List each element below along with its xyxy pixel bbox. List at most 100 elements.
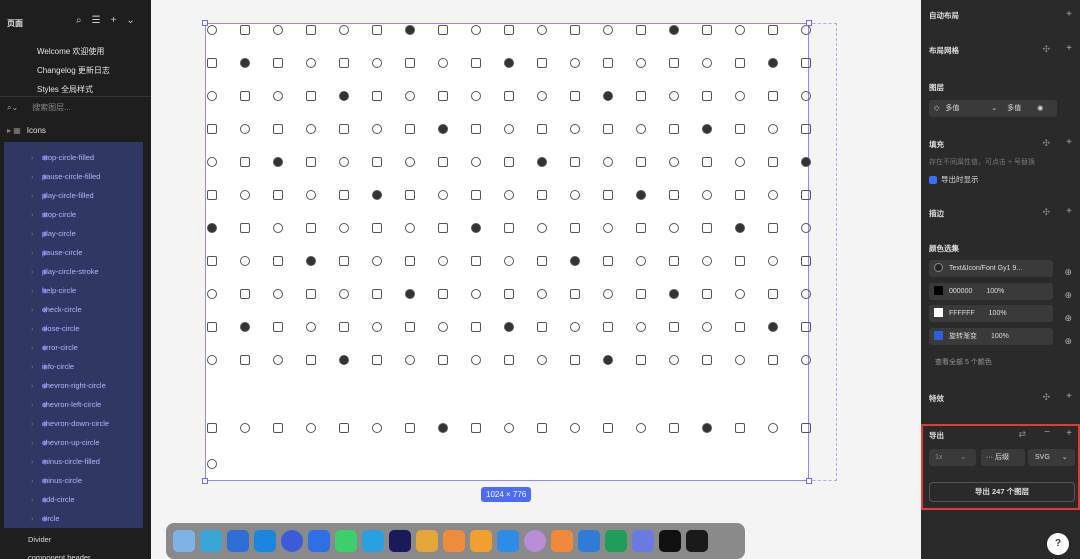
app-icon[interactable] [686,530,708,552]
icon-glyph [438,256,448,266]
layer-component-header[interactable]: component header [0,549,151,559]
search-input[interactable]: 搜索图层... [32,103,71,112]
color-row[interactable]: Text&Icon/Font Gy1 9... [929,260,1053,277]
sort-icon[interactable]: ☰ [92,15,101,26]
layer-item[interactable]: ◈add-circle [0,490,151,509]
color-row[interactable]: 000000 100% [929,283,1053,300]
add-icon[interactable]: + [1066,9,1072,20]
add-icon[interactable]: + [111,15,117,26]
app-icon[interactable] [551,530,573,552]
page-item[interactable]: Changelog 更新日志 [37,61,110,80]
app-icon[interactable] [497,530,519,552]
app-icon[interactable] [335,530,357,552]
layer-item[interactable]: ◈pause-circle-filled [0,167,151,186]
layer-item[interactable]: ◈help-circle [0,281,151,300]
app-icon[interactable] [281,530,303,552]
search-icon[interactable]: ⌕ [76,15,82,26]
blend-mode[interactable]: 多值 [945,105,959,112]
checkbox-icon[interactable] [929,176,937,185]
add-icon[interactable]: + [1066,391,1072,402]
add-icon[interactable]: + [1066,428,1072,439]
icon-glyph [306,25,316,35]
color-name: Text&Icon/Font Gy1 9... [949,265,1023,272]
app-icon[interactable] [416,530,438,552]
app-icon[interactable] [362,530,384,552]
color-row[interactable]: 旋转渐变 100% [929,328,1053,345]
help-icon[interactable]: ? [1047,533,1069,555]
canvas[interactable]: 1024 × 776 [151,0,1069,559]
app-icon[interactable] [632,530,654,552]
layer-item[interactable]: ◈error-circle [0,338,151,357]
layer-item[interactable]: ◈stop-circle [0,205,151,224]
add-icon[interactable]: + [1066,206,1072,217]
settings-icon[interactable]: ✣ [1042,44,1050,55]
icon-glyph [768,423,778,433]
layer-item[interactable]: ◈chevron-down-circle [0,414,151,433]
app-icon[interactable] [605,530,627,552]
frame-layer[interactable]: ▸ ▦ Icons [7,126,46,135]
app-icon[interactable] [659,530,681,552]
chevron-down-icon[interactable]: ⌄ [126,15,134,26]
layer-item[interactable]: ◈circle [0,509,151,528]
icon-glyph [504,289,514,299]
app-icon[interactable] [578,530,600,552]
app-icon[interactable] [227,530,249,552]
app-icon[interactable] [389,530,411,552]
app-icon[interactable] [470,530,492,552]
icon-glyph [603,25,613,35]
app-icon[interactable] [254,530,276,552]
layer-divider[interactable]: Divider [0,531,151,549]
settings-icon[interactable]: ✣ [1042,207,1050,218]
add-icon[interactable]: + [1066,43,1072,54]
eye-icon[interactable]: ◉ [1037,105,1043,112]
resize-handle[interactable] [202,20,208,26]
suffix-input[interactable]: ··· 后缀 [981,449,1025,466]
layer-item[interactable]: ◈chevron-left-circle [0,395,151,414]
icon-glyph [339,289,349,299]
resize-handle[interactable] [202,478,208,484]
settings-icon[interactable]: ✣ [1042,138,1050,149]
layer-mode-row[interactable]: ◇ 多值 ⌄ 多值 ◉ [929,100,1057,117]
layer-item[interactable]: ◈stop-circle-filled [0,148,151,167]
settings-icon[interactable]: ⇄ [1018,429,1026,440]
minus-icon[interactable]: − [1044,427,1050,438]
layer-item[interactable]: ◈close-circle [0,319,151,338]
layer-item[interactable]: ◈pause-circle [0,243,151,262]
format-select[interactable]: SVG ⌄ [1028,449,1075,466]
icon-glyph [240,423,250,433]
resize-handle[interactable] [806,478,812,484]
target-icons[interactable]: ⊕ ⊕ ⊕ ⊕ [1064,261,1072,353]
layer-item[interactable]: ◈info-circle [0,357,151,376]
icon-glyph [504,157,514,167]
color-row[interactable]: FFFFFF 100% [929,305,1053,322]
layer-search[interactable]: ⌕⌄ 搜索图层... [7,102,71,113]
page-item[interactable]: Welcome 欢迎使用 [37,42,110,61]
layer-item[interactable]: ◈minus-circle-filled [0,452,151,471]
layer-item[interactable]: ◈play-circle [0,224,151,243]
icons-frame[interactable] [205,23,811,481]
layer-item[interactable]: ◈play-circle-filled [0,186,151,205]
export-show-checkbox[interactable]: 导出时显示 [929,174,979,185]
add-icon[interactable]: + [1066,137,1072,148]
app-icon[interactable] [524,530,546,552]
app-icon[interactable] [308,530,330,552]
resize-handle[interactable] [806,20,812,26]
app-icon[interactable] [200,530,222,552]
icon-glyph [438,190,448,200]
view-all-colors[interactable]: 查看全部 5 个颜色 [935,357,992,367]
icon-glyph [570,256,580,266]
scale-select[interactable]: 1x ⌄ [929,449,976,466]
opacity-value[interactable]: 多值 [1007,105,1021,112]
app-icon[interactable] [173,530,195,552]
settings-icon[interactable]: ✣ [1042,392,1050,403]
icon-glyph [735,25,745,35]
export-button[interactable]: 导出 247 个图层 [929,482,1075,502]
layer-item[interactable]: ◈chevron-up-circle [0,433,151,452]
icon-glyph [735,423,745,433]
color-name: 000000 [949,288,973,295]
layer-item[interactable]: ◈minus-circle [0,471,151,490]
layer-item[interactable]: ◈chevron-right-circle [0,376,151,395]
layer-item[interactable]: ◈play-circle-stroke [0,262,151,281]
app-icon[interactable] [443,530,465,552]
layer-item[interactable]: ◈check-circle [0,300,151,319]
